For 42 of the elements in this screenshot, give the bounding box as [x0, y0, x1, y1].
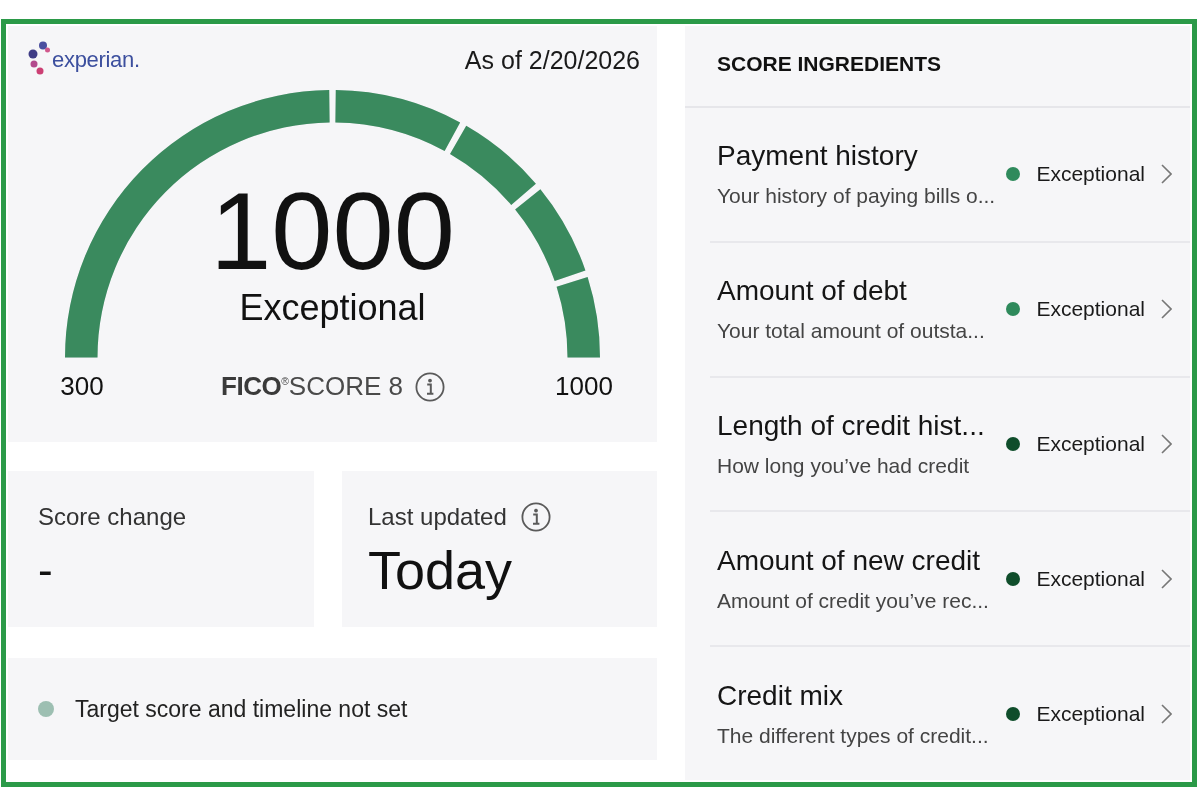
last-updated-label: Last updated: [368, 502, 507, 532]
ingredient-row[interactable]: Amount of debt Your total amount of outsta... Exceptional: [710, 240, 1190, 376]
ingredient-title: Amount of debt: [717, 274, 907, 309]
rating-label: Exceptional: [1036, 701, 1145, 726]
ingredient-title: Payment history: [717, 139, 918, 174]
chevron-right-icon: [1161, 703, 1172, 724]
ingredient-row[interactable]: Payment history Your history of paying bills o... Exceptional: [710, 108, 1190, 241]
credit-score: 1000: [210, 176, 455, 286]
ingredient-description: The different types of credit...: [717, 722, 989, 749]
ingredient-description: Your history of paying bills o...: [717, 183, 996, 210]
dots-logo-icon: [28, 41, 50, 75]
as-of-date: As of 2/20/2026: [464, 45, 640, 75]
rating-label: Exceptional: [1036, 162, 1145, 187]
rating-label: Exceptional: [1036, 297, 1145, 322]
ingredient-title: Length of credit hist...: [717, 409, 985, 443]
ingredient-row[interactable]: Credit mix The different types of credit... Exceptional: [710, 645, 1190, 780]
last-updated-value: Today: [368, 540, 513, 600]
range-max-label: 1000: [555, 371, 613, 402]
info-icon[interactable]: [414, 371, 445, 402]
target-status-text: Target score and timeline not set: [75, 695, 408, 723]
ingredient-description: How long you’ve had credit: [717, 453, 970, 479]
chevron-right-icon: [1161, 299, 1172, 320]
status-dot-icon: [38, 701, 54, 717]
score-model-label: FICO$^{®}$SCORE 8: [221, 371, 403, 402]
ingredient-row[interactable]: Amount of new credit Amount of credit you’ve rec... Exceptional: [710, 510, 1190, 646]
score-rating: Exceptional: [239, 290, 426, 326]
score-change-label: Score change: [38, 502, 187, 532]
panel-heading: SCORE INGREDIENTS: [717, 52, 942, 76]
ingredient-description: Amount of credit you’ve rec...: [717, 587, 989, 614]
ingredient-title: Credit mix: [717, 678, 843, 713]
info-icon[interactable]: [520, 502, 551, 532]
rating-label: Exceptional: [1036, 432, 1145, 456]
score-change-value: -: [38, 544, 53, 596]
chevron-right-icon: [1161, 164, 1172, 185]
chevron-right-icon: [1161, 568, 1172, 589]
range-min-label: 300: [60, 371, 104, 402]
chevron-right-icon: [1161, 434, 1172, 454]
rating-label: Exceptional: [1036, 566, 1145, 591]
logo-text: experian.: [52, 47, 140, 73]
ingredient-row[interactable]: Length of credit hist... How long you’ve had credit Exceptional: [710, 375, 1190, 511]
ingredient-title: Amount of new credit: [717, 543, 981, 578]
ingredient-description: Your total amount of outsta...: [717, 318, 985, 345]
